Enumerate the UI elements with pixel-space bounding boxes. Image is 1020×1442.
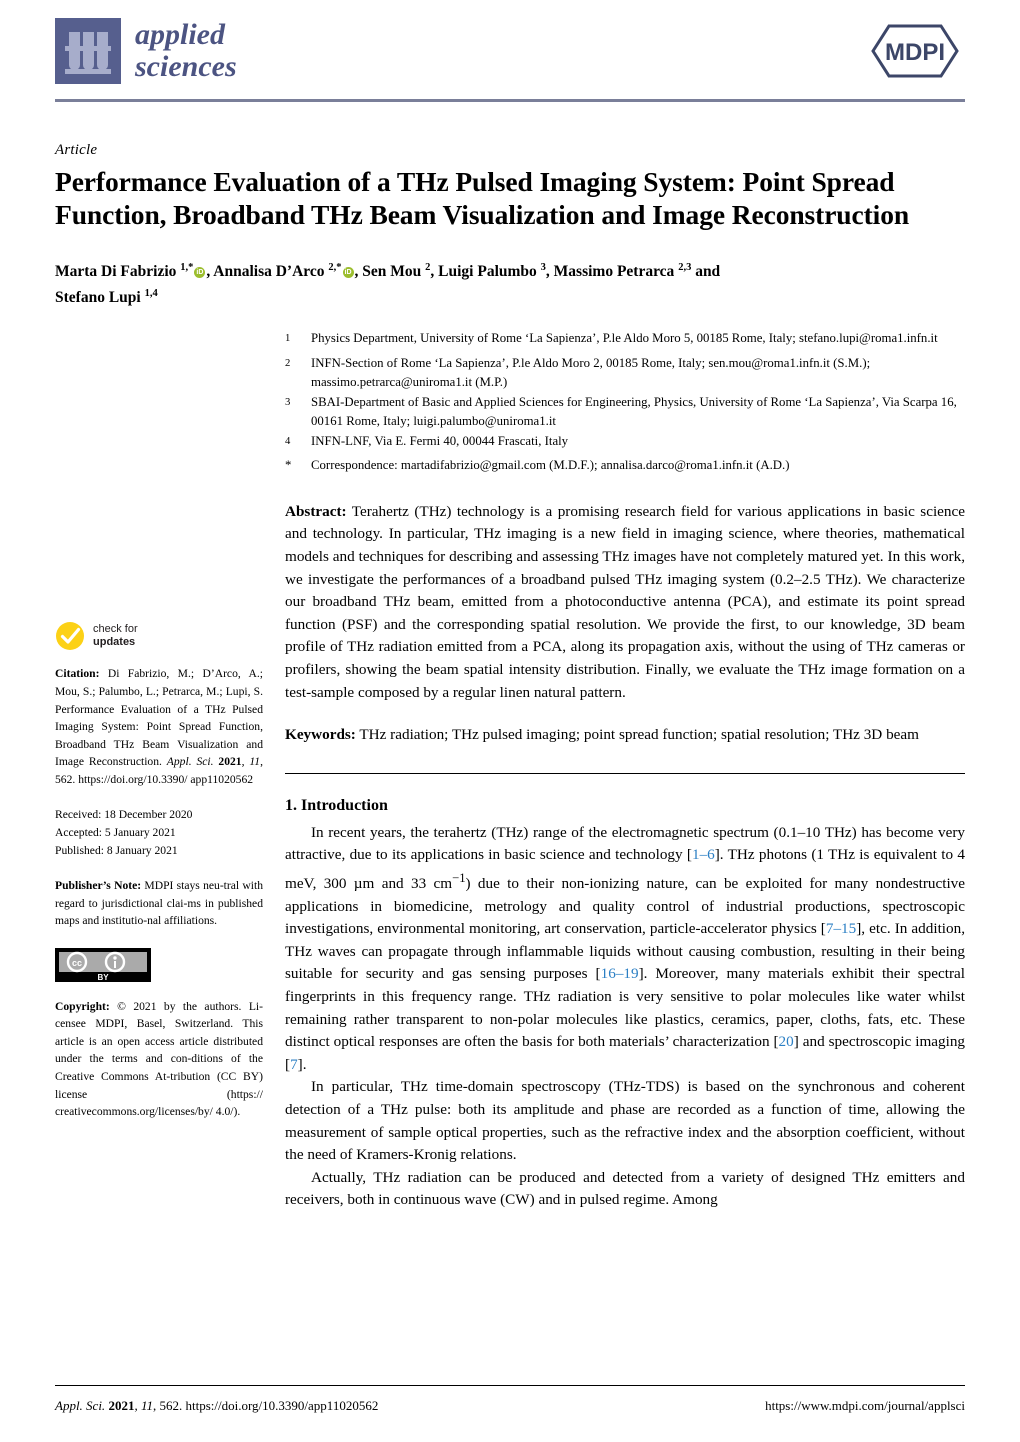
publishers-note-block: Publisher’s Note: MDPI stays neu-tral wi… — [55, 877, 263, 930]
date-received: Received: 18 December 2020 — [55, 808, 193, 822]
citation-ref-16-19[interactable]: 16–19 — [601, 965, 639, 982]
author-lupi-sup: 1,4 — [144, 288, 158, 300]
keywords-text: THz radiation; THz pulsed imaging; point… — [355, 726, 919, 744]
keywords: Keywords: THz radiation; THz pulsed imag… — [285, 724, 965, 747]
body-columns: check for updates Citation: Di Fabrizio,… — [55, 329, 965, 1212]
journal-name-line2: sciences — [135, 50, 237, 83]
affiliation-text: SBAI-Department of Basic and Applied Sci… — [311, 394, 957, 428]
section-divider — [285, 772, 965, 774]
footer-citation: Appl. Sci. 2021, 11, 562. https://doi.or… — [55, 1398, 378, 1414]
affiliation-marker: 1 — [285, 333, 291, 345]
citation-ref-7-15[interactable]: 7–15 — [826, 920, 856, 937]
author-line-1: Marta Di Fabrizio 1,* iD, Annalisa D’Arco… — [55, 257, 965, 283]
intro-p1-g: ]. — [297, 1055, 307, 1073]
article-type-label: Article — [55, 142, 98, 158]
abstract-label: Abstract: — [285, 502, 347, 520]
journal-name-line1: applied — [135, 18, 225, 51]
intro-paragraph-2: In particular, THz time-domain spectrosc… — [285, 1078, 965, 1164]
date-accepted: Accepted: 5 January 2021 — [55, 826, 176, 840]
author-fabrizio-sup: 1,* — [180, 262, 194, 273]
abstract-text: Terahertz (THz) technology is a promisin… — [285, 502, 965, 701]
author-list: Marta Di Fabrizio 1,* iD, Annalisa D’Arco… — [55, 257, 965, 309]
affiliation-list: 1 Physics Department, University of Rome… — [285, 329, 965, 475]
cfu-line1: check for — [93, 623, 138, 636]
citation-label: Citation: — [55, 667, 100, 681]
copyright-text: © 2021 by the authors. Li-censee MDPI, B… — [55, 999, 263, 1119]
check-for-updates-badge[interactable]: check for updates — [55, 621, 263, 651]
intro-paragraph-1: In recent years, the terahertz (THz) ran… — [285, 822, 965, 1077]
citation-block: Citation: Di Fabrizio, M.; D’Arco, A.; M… — [55, 665, 263, 788]
author-mou: , Sen Mou — [354, 263, 426, 281]
mdpi-hexagon-icon: MDPI — [871, 24, 959, 78]
author-darco-sup: 2,* — [328, 262, 342, 273]
affiliation-text: Correspondence: martadifabrizio@gmail.co… — [311, 457, 790, 472]
dates-block: Received: 18 December 2020 Accepted: 5 J… — [55, 806, 263, 859]
author-darco: , Annalisa D’Arco — [206, 263, 329, 281]
affiliation-marker: 2 — [285, 357, 291, 369]
affiliation-text: INFN-LNF, Via E. Fermi 40, 00044 Frascat… — [311, 433, 569, 448]
orcid-icon[interactable]: iD — [342, 267, 354, 279]
svg-text:cc: cc — [72, 958, 82, 968]
page-footer: Appl. Sci. 2021, 11, 562. https://doi.or… — [55, 1385, 965, 1414]
paper-page: applied sciences MDPI Article Performanc… — [0, 0, 1020, 1442]
main-column: 1 Physics Department, University of Rome… — [285, 329, 965, 1212]
copyright-text-wrap: Copyright: © 2021 by the authors. Li-cen… — [55, 998, 263, 1121]
footer-volume: , 11 — [134, 1398, 153, 1413]
citation-ref-20[interactable]: 20 — [779, 1033, 794, 1050]
footer-journal-url[interactable]: https://www.mdpi.com/journal/applsci — [765, 1398, 965, 1414]
author-lupi: Stefano Lupi — [55, 289, 145, 307]
footer-journal: Appl. Sci. — [55, 1398, 106, 1413]
intro-paragraph-3: Actually, THz radiation can be produced … — [285, 1168, 965, 1209]
abstract: Abstract: Terahertz (THz) technology is … — [285, 501, 965, 704]
footer-year: 2021 — [105, 1398, 135, 1413]
intro-p1-exponent: −1 — [452, 870, 466, 885]
affiliation-item: 2 INFN-Section of Rome ‘La Sapienza’, P.… — [285, 354, 965, 392]
footer-divider — [55, 1385, 965, 1386]
citation-ref-1-6[interactable]: 1–6 — [692, 846, 715, 863]
svg-text:BY: BY — [97, 973, 109, 982]
affiliation-item: 4 INFN-LNF, Via E. Fermi 40, 00044 Frasc… — [285, 432, 965, 455]
affiliation-text: Physics Department, University of Rome ‘… — [311, 331, 938, 346]
footer-doi: , 562. https://doi.org/10.3390/app110205… — [152, 1398, 379, 1413]
page-title: Performance Evaluation of a THz Pulsed I… — [55, 166, 910, 230]
cfu-line2: updates — [93, 636, 136, 649]
date-published: Published: 8 January 2021 — [55, 843, 178, 857]
author-petrarca: , Massimo Petrarca — [545, 263, 679, 281]
affiliation-item: 1 Physics Department, University of Rome… — [285, 329, 965, 352]
author-fabrizio: Marta Di Fabrizio — [55, 263, 181, 281]
citation-year: 2021 — [213, 755, 242, 769]
publishers-note-label: Publisher’s Note: — [55, 879, 142, 893]
copyright-block: cc BY Copyright: © 2021 by the authors. … — [55, 948, 263, 1121]
mdpi-wordmark: MDPI — [885, 39, 945, 66]
affiliation-item: 3 SBAI-Department of Basic and Applied S… — [285, 393, 965, 431]
orcid-icon[interactable]: iD — [194, 267, 206, 279]
mdpi-logo: MDPI — [865, 20, 965, 82]
check-for-updates-label: check for updates — [93, 623, 138, 649]
creative-commons-by-icon[interactable]: cc BY — [55, 948, 151, 983]
affiliation-marker: * — [285, 457, 292, 472]
affiliation-marker: 4 — [285, 435, 291, 447]
journal-name: applied sciences — [135, 19, 237, 83]
masthead-divider — [55, 99, 965, 102]
citation-ref-7[interactable]: 7 — [290, 1056, 298, 1073]
affiliation-item-correspondence: * Correspondence: martadifabrizio@gmail.… — [285, 456, 965, 475]
affiliation-marker: 3 — [285, 396, 291, 408]
copyright-label: Copyright: — [55, 999, 110, 1013]
citation-journal: Appl. Sci. — [166, 755, 214, 769]
affiliation-text: INFN-Section of Rome ‘La Sapienza’, P.le… — [311, 355, 871, 389]
test-tube-rack-icon — [55, 18, 121, 84]
author-petrarca-sup: 2,3 — [678, 262, 692, 273]
author-and: and — [691, 263, 721, 281]
masthead: applied sciences MDPI — [55, 0, 965, 118]
citation-text: Di Fabrizio, M.; D’Arco, A.; Mou, S.; Pa… — [55, 667, 263, 769]
author-palumbo: , Luigi Palumbo — [430, 263, 541, 281]
author-line-2: Stefano Lupi 1,4 — [55, 283, 965, 309]
check-circle-icon — [56, 622, 84, 651]
keywords-label: Keywords: — [285, 726, 356, 744]
citation-volume: , 11 — [241, 755, 261, 769]
section-heading-introduction: 1. Introduction — [285, 796, 388, 814]
journal-logo: applied sciences — [55, 18, 237, 84]
sidebar: check for updates Citation: Di Fabrizio,… — [55, 621, 263, 1138]
